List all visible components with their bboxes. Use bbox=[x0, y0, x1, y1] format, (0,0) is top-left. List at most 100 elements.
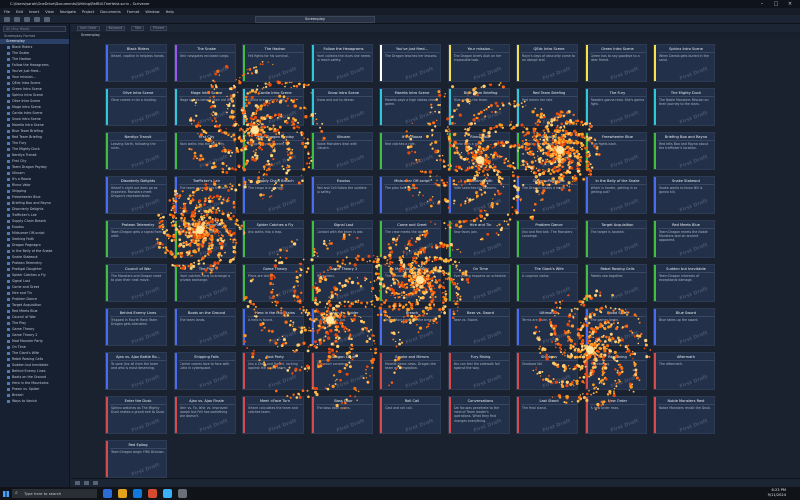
card-title[interactable]: Ulkuarn bbox=[315, 135, 372, 141]
index-card[interactable]: Your mission... The Dragon briefs Alok on… bbox=[447, 44, 510, 82]
card-title[interactable]: On Time bbox=[452, 267, 509, 273]
binder-toggle-icon[interactable] bbox=[4, 16, 10, 22]
index-card[interactable]: Ajax vs. Ajax Battle Ro... To save Jinx a… bbox=[105, 352, 167, 390]
card-title[interactable]: Fury Rising bbox=[452, 355, 509, 361]
index-card[interactable]: Ajax vs. Ajax Finale Ikhir vs. Fo. Ikhir … bbox=[173, 396, 236, 434]
card-title[interactable]: The Fury bbox=[589, 91, 646, 97]
index-card[interactable]: Breach Team Monsters take the breach. Firs… bbox=[379, 308, 441, 346]
index-card[interactable]: Spider Catches a Fly Jinx walks into a tr… bbox=[242, 220, 304, 258]
index-card[interactable]: In the Belly of the Snake Which is harder… bbox=[584, 176, 647, 214]
index-card[interactable]: Black Riders Ikharri, captive in helpless… bbox=[105, 44, 167, 82]
index-card[interactable]: Signal Lost Contact with the team is lost… bbox=[310, 220, 373, 258]
minimize-icon[interactable]: – bbox=[755, 0, 769, 8]
card-title[interactable]: The Mighty Duck bbox=[658, 91, 714, 97]
menu-item[interactable]: Format bbox=[127, 10, 140, 14]
card-title[interactable]: Dragon Court bbox=[315, 355, 372, 361]
card-title[interactable]: Game Theory 2 bbox=[315, 267, 372, 273]
card-title[interactable]: The Play bbox=[178, 267, 235, 273]
taskbar-search[interactable]: Type here to search bbox=[12, 489, 97, 498]
card-title[interactable]: Shipping bbox=[521, 135, 577, 141]
menu-item[interactable]: Window bbox=[145, 10, 159, 14]
card-title[interactable]: Rinno Valor bbox=[452, 135, 509, 141]
index-card[interactable]: Ulkuarn Noble Monsters deal with Ulkuarn.… bbox=[310, 132, 373, 170]
index-card[interactable]: The Hadron Fell fights for his survival. F… bbox=[242, 44, 304, 82]
card-title[interactable]: Ultimatum bbox=[521, 311, 577, 317]
sort-field[interactable]: Sort Order bbox=[77, 25, 100, 31]
index-card[interactable]: Blue Sword Blue takes up the sword. First … bbox=[653, 308, 715, 346]
menu-item[interactable]: File bbox=[4, 10, 10, 14]
index-card[interactable]: You've just fired... The Dragon teaches h… bbox=[379, 44, 441, 82]
index-card[interactable]: Boss Door The boss door opens. First Draft bbox=[310, 396, 373, 434]
index-card[interactable]: Shipping Falls Carrier comes face to face… bbox=[173, 352, 236, 390]
index-card[interactable]: Midsumer Off-script The plan falls apart.… bbox=[379, 176, 441, 214]
card-title[interactable]: Snake Stakeout bbox=[658, 179, 714, 185]
card-title[interactable]: Council of War bbox=[110, 267, 166, 273]
index-card[interactable]: Boots on the Ground The team lands. First … bbox=[173, 308, 236, 346]
index-card[interactable]: Enter the Dusk Sphinx watches as The Migh… bbox=[105, 396, 167, 434]
card-title[interactable]: Black Riders bbox=[110, 47, 166, 53]
card-title[interactable]: Pool Party bbox=[247, 355, 303, 361]
card-title[interactable]: Freewheeler Blue bbox=[589, 135, 646, 141]
index-card[interactable]: Meet <Face Turn Ikharri calculates the te… bbox=[242, 396, 304, 434]
card-title[interactable]: Snow Intro Scene bbox=[315, 91, 372, 97]
card-title[interactable]: Blue Team Briefing bbox=[452, 91, 509, 97]
view-field[interactable]: Pinned bbox=[150, 25, 167, 31]
index-card[interactable]: Council of War The Monsters and Dragon ne… bbox=[105, 264, 167, 302]
filter-field[interactable]: Keyword bbox=[105, 25, 126, 31]
index-card[interactable]: Snake Stakeout Snake wants to know Nill i… bbox=[653, 176, 715, 214]
index-card[interactable]: Marella Intro Scene Marella pays a high s… bbox=[379, 88, 441, 126]
index-card[interactable]: Cardia Intro Scene Cardia brings her a gi… bbox=[242, 88, 304, 126]
card-title[interactable]: Aftermath bbox=[658, 355, 714, 361]
index-card[interactable]: Freewheeler Blue Blue fights back. First D… bbox=[584, 132, 647, 170]
index-card[interactable]: Blood Sport The games begin. First Draft bbox=[584, 308, 647, 346]
index-card[interactable]: Red Epilog Team Dragon begin Fifth Divisi… bbox=[105, 440, 167, 478]
card-title[interactable]: Shadows bbox=[521, 355, 577, 361]
card-title[interactable]: Ajax vs. Ajax Finale bbox=[178, 399, 235, 405]
index-card[interactable]: Hire and Tin New faces join. First Draft bbox=[447, 220, 510, 258]
menu-item[interactable]: Insert bbox=[29, 10, 39, 14]
index-card[interactable]: Sudden but Inevitable Team Dragon interes… bbox=[653, 264, 715, 302]
index-card[interactable]: On Time Everything happens on schedule. Fi… bbox=[447, 264, 510, 302]
card-title[interactable]: Mage Intro Scene bbox=[178, 91, 235, 97]
card-title[interactable]: Green Intro Scene bbox=[589, 47, 646, 53]
index-card[interactable]: Target Acquisition The target is located.… bbox=[584, 220, 647, 258]
card-title[interactable]: Protean Telemetry bbox=[110, 223, 166, 229]
index-card[interactable]: Protean Telemetry Team Dragon gets a sign… bbox=[105, 220, 167, 258]
index-card[interactable]: New Order A new order rises. First Draft bbox=[584, 396, 647, 434]
card-title[interactable]: Nerdlyx Transit bbox=[110, 135, 166, 141]
card-title[interactable]: Target Acquisition bbox=[589, 223, 646, 229]
task-view-icon[interactable] bbox=[103, 489, 112, 498]
card-title[interactable]: Cardia Intro Scene bbox=[247, 91, 303, 97]
card-title[interactable]: Noble Monsters Rest bbox=[658, 399, 714, 405]
card-title[interactable]: Red Meets Blue bbox=[658, 223, 714, 229]
menu-item[interactable]: View bbox=[45, 10, 54, 14]
card-title[interactable]: Seeking Faith bbox=[452, 179, 509, 185]
menu-item[interactable]: Documents bbox=[100, 10, 121, 14]
card-title[interactable]: Ajax vs. Ajax Battle Ro... bbox=[110, 355, 166, 361]
menu-item[interactable]: Project bbox=[82, 10, 94, 14]
index-card[interactable]: Hero in the Mountains A hero is found. Fir… bbox=[242, 308, 304, 346]
index-card[interactable]: Snow Intro Scene Snow and out to dinner. F… bbox=[310, 88, 373, 126]
office-icon[interactable] bbox=[148, 489, 157, 498]
card-title[interactable]: Midsumer Off-script bbox=[384, 179, 440, 185]
back-icon[interactable] bbox=[14, 16, 20, 22]
index-card[interactable]: Seeking Faith Faith searches for answers.… bbox=[447, 176, 510, 214]
card-title[interactable]: Bear vs. Sword bbox=[452, 311, 509, 317]
card-title[interactable]: Olive Intro Scene bbox=[110, 91, 166, 97]
index-card[interactable]: Team Dragon Payday Dragon pays the team. F… bbox=[242, 132, 304, 170]
index-card[interactable]: Disorderly Delights Ikharri's night out d… bbox=[105, 176, 167, 214]
card-title[interactable]: Shipping Falls bbox=[178, 355, 235, 361]
card-title[interactable]: Supply Chain Breach bbox=[247, 179, 303, 185]
card-title[interactable]: Hero in the Mountains bbox=[247, 311, 303, 317]
card-title[interactable]: Come and Greet bbox=[384, 223, 440, 229]
card-title[interactable]: Mad Monster Party bbox=[384, 267, 440, 273]
index-card[interactable]: First City Nani walks into the first city… bbox=[173, 132, 236, 170]
card-title[interactable]: Trafficker's Lair bbox=[178, 179, 235, 185]
index-card[interactable]: Ultimatum Terms are given. First Draft bbox=[516, 308, 578, 346]
card-title[interactable]: Reckoning bbox=[589, 355, 646, 361]
card-title[interactable]: New Order bbox=[589, 399, 646, 405]
start-button[interactable] bbox=[0, 487, 12, 500]
index-card[interactable]: Problem Dance Jinx and Red talk. The Mons… bbox=[516, 220, 578, 258]
card-title[interactable]: Exodus bbox=[315, 179, 372, 185]
index-card[interactable]: Game Theory Plans are laid. First Draft bbox=[242, 264, 304, 302]
